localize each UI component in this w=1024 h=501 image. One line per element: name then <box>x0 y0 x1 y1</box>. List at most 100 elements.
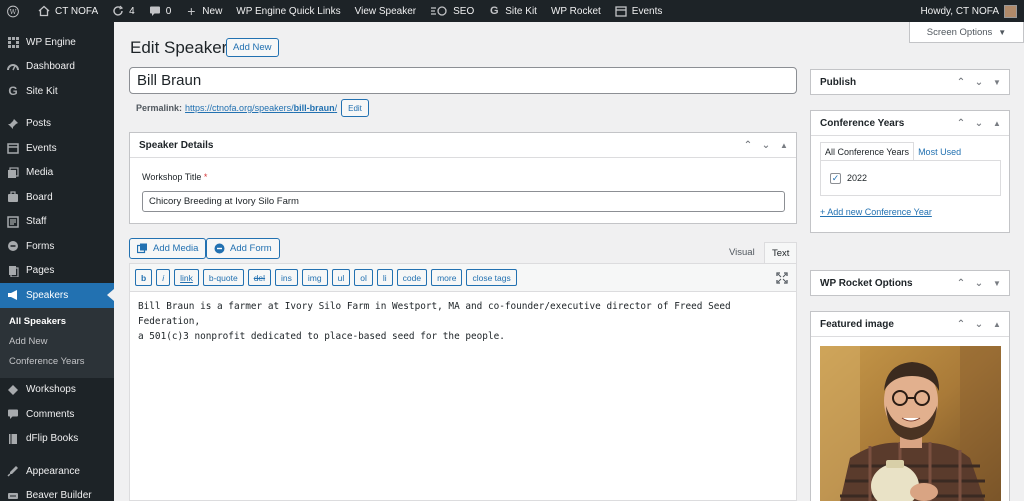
howdy-label: Howdy, CT NOFA <box>920 5 999 17</box>
workshop-title-input[interactable]: Chicory Breeding at Ivory Silo Farm <box>142 191 785 212</box>
forms-icon <box>7 240 19 252</box>
content-textarea[interactable]: Bill Braun is a farmer at Ivory Silo Far… <box>130 292 796 351</box>
view-speaker-link[interactable]: View Speaker <box>348 0 424 22</box>
caret-down-icon[interactable]: ▼ <box>991 279 1003 288</box>
post-title-input[interactable]: Bill Braun <box>129 67 797 94</box>
featured-image-photo[interactable] <box>820 346 1001 501</box>
edit-slug-button[interactable]: Edit <box>341 99 369 117</box>
permalink-base: https://ctnofa.org/speakers/ <box>185 103 294 113</box>
add-new-button[interactable]: Add New <box>226 38 279 57</box>
qt-close-tags-button[interactable]: close tags <box>466 269 517 286</box>
submenu-conference-years[interactable]: Conference Years <box>0 352 114 372</box>
qt-ol-button[interactable]: ol <box>354 269 373 286</box>
sidebar-item-board[interactable]: Board <box>0 185 114 210</box>
caret-up-icon[interactable]: ▲ <box>991 320 1003 329</box>
sidebar-item-pages[interactable]: Pages <box>0 259 114 284</box>
sidebar-item-label: Dashboard <box>26 61 75 73</box>
add-conference-year-link[interactable]: + Add new Conference Year <box>820 207 932 217</box>
qt-link-button[interactable]: link <box>174 269 199 286</box>
qt-ins-button[interactable]: ins <box>275 269 298 286</box>
sidebar-item-comments[interactable]: Comments <box>0 402 114 427</box>
workshop-label-text: Workshop Title <box>142 172 202 182</box>
comments-menu[interactable]: 0 <box>142 0 179 22</box>
wp-rocket-header[interactable]: WP Rocket Options ⌃ ⌄ ▼ <box>811 271 1009 296</box>
sidebar-item-site-kit[interactable]: G Site Kit <box>0 79 114 104</box>
add-media-button[interactable]: Add Media <box>129 238 207 259</box>
updates-menu[interactable]: 4 <box>105 0 142 22</box>
permalink-url[interactable]: https://ctnofa.org/speakers/bill-braun/ <box>185 103 337 113</box>
chevron-down-icon[interactable]: ⌄ <box>973 319 985 330</box>
site-kit-menu[interactable]: G Site Kit <box>481 0 544 22</box>
chevron-up-icon[interactable]: ⌃ <box>742 140 754 151</box>
sidebar-item-posts[interactable]: Posts <box>0 112 114 137</box>
sidebar-item-dflip-books[interactable]: dFlip Books <box>0 427 114 452</box>
tab-all-conference-years[interactable]: All Conference Years <box>820 142 915 161</box>
featured-image-header[interactable]: Featured image ⌃ ⌄ ▲ <box>811 312 1009 337</box>
chevron-down-icon[interactable]: ⌄ <box>973 118 985 129</box>
sidebar-item-staff[interactable]: Staff <box>0 210 114 235</box>
year-checkbox[interactable]: ✓ <box>830 172 841 184</box>
submenu-add-new[interactable]: Add New <box>0 332 114 352</box>
sidebar-item-label: Workshops <box>26 384 76 396</box>
seo-menu[interactable]: SEO <box>423 0 481 22</box>
caret-down-icon[interactable]: ▼ <box>991 78 1003 87</box>
admin-sidebar: WP Engine Dashboard G Site Kit Posts Eve… <box>0 22 114 501</box>
speaker-details-header: Speaker Details ⌃ ⌄ ▲ <box>130 133 796 158</box>
tab-text[interactable]: Text <box>764 242 798 263</box>
tab-most-used[interactable]: Most Used <box>914 142 965 161</box>
sidebar-item-beaver-builder[interactable]: Beaver Builder <box>0 484 114 501</box>
qt-italic-button[interactable]: i <box>156 269 171 286</box>
qt-bold-button[interactable]: b <box>135 269 153 286</box>
site-name-menu[interactable]: CT NOFA <box>31 0 105 22</box>
events-menu[interactable]: Events <box>608 0 670 22</box>
sidebar-item-workshops[interactable]: Workshops <box>0 378 114 403</box>
main-content: Screen Options ▼ Edit Speaker Add New Bi… <box>114 22 1024 501</box>
add-form-button[interactable]: Add Form <box>206 238 280 259</box>
qt-li-button[interactable]: li <box>376 269 393 286</box>
sidebar-item-dashboard[interactable]: Dashboard <box>0 55 114 80</box>
wp-rocket-menu[interactable]: WP Rocket <box>544 0 608 22</box>
sidebar-item-forms[interactable]: Forms <box>0 234 114 259</box>
sidebar-item-label: Appearance <box>26 465 80 477</box>
chevron-down-icon[interactable]: ⌄ <box>973 77 985 88</box>
conference-years-header[interactable]: Conference Years ⌃ ⌄ ▲ <box>811 111 1009 136</box>
caret-up-icon[interactable]: ▲ <box>991 119 1003 128</box>
qt-img-button[interactable]: img <box>301 269 328 286</box>
wordpress-logo-menu[interactable]: W <box>0 0 31 22</box>
qt-del-button[interactable]: del <box>247 269 272 286</box>
sidebar-item-wp-engine[interactable]: WP Engine <box>0 30 114 55</box>
sidebar-item-appearance[interactable]: Appearance <box>0 459 114 484</box>
caret-up-icon[interactable]: ▲ <box>778 141 790 150</box>
publish-header[interactable]: Publish ⌃ ⌄ ▼ <box>811 70 1009 95</box>
sidebar-item-speakers[interactable]: Speakers <box>0 283 114 308</box>
sidebar-item-events[interactable]: Events <box>0 136 114 161</box>
new-content-menu[interactable]: + New <box>178 0 229 22</box>
sidebar-item-label: Events <box>26 142 57 154</box>
submenu-all-speakers[interactable]: All Speakers <box>0 312 114 332</box>
chevron-down-icon[interactable]: ⌄ <box>973 278 985 289</box>
chevron-up-icon[interactable]: ⌃ <box>955 77 967 88</box>
qt-code-button[interactable]: code <box>396 269 428 286</box>
speakers-submenu: All Speakers Add New Conference Years <box>0 307 114 378</box>
qt-blockquote-button[interactable]: b-quote <box>202 269 244 286</box>
fullscreen-icon[interactable] <box>776 272 788 284</box>
chevron-down-icon[interactable]: ⌄ <box>760 140 772 151</box>
sidebar-item-label: Site Kit <box>26 85 58 97</box>
quick-links-label: WP Engine Quick Links <box>236 5 341 17</box>
qt-more-button[interactable]: more <box>431 269 463 286</box>
wp-engine-quick-links[interactable]: WP Engine Quick Links <box>229 0 347 22</box>
sidebar-item-label: dFlip Books <box>26 433 79 445</box>
wp-engine-icon <box>7 36 19 48</box>
pin-icon <box>7 118 19 130</box>
chevron-up-icon[interactable]: ⌃ <box>955 319 967 330</box>
screen-options-button[interactable]: Screen Options ▼ <box>909 22 1024 43</box>
qt-ul-button[interactable]: ul <box>331 269 351 286</box>
site-kit-label: Site Kit <box>505 5 537 17</box>
sidebar-item-label: WP Engine <box>26 36 76 48</box>
sidebar-item-media[interactable]: Media <box>0 161 114 186</box>
tab-visual[interactable]: Visual <box>722 242 762 263</box>
my-account-menu[interactable]: Howdy, CT NOFA <box>913 0 1024 22</box>
chevron-up-icon[interactable]: ⌃ <box>955 278 967 289</box>
wp-rocket-options-box: WP Rocket Options ⌃ ⌄ ▼ <box>810 270 1010 296</box>
chevron-up-icon[interactable]: ⌃ <box>955 118 967 129</box>
